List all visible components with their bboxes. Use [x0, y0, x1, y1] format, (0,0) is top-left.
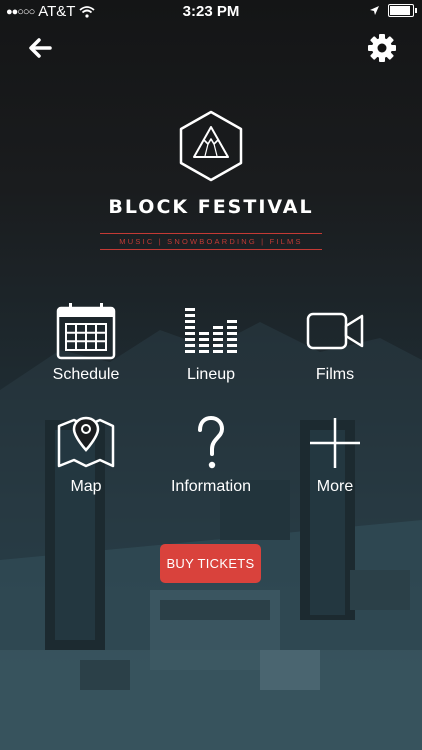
status-time: 3:23 PM: [182, 3, 240, 20]
equalizer-icon: [185, 308, 237, 353]
battery-fill: [390, 6, 411, 15]
back-button[interactable]: [24, 32, 56, 64]
festival-title: BLOCK FESTIVAL: [108, 196, 314, 218]
app-screen: ●●○○○ AT&T 3:23 PM BLOCK FESTIVAL MUSIC …: [0, 0, 422, 750]
menu-item-schedule[interactable]: Schedule: [26, 302, 146, 384]
menu-label-information: Information: [170, 478, 252, 495]
settings-button[interactable]: [366, 32, 398, 64]
menu-label-schedule: Schedule: [52, 366, 120, 383]
menu-item-map[interactable]: Map: [26, 414, 146, 496]
status-bar: ●●○○○ AT&T 3:23 PM: [0, 0, 422, 24]
map-pin-icon: [57, 416, 115, 468]
festival-tagline: MUSIC | SNOWBOARDING | FILMS: [100, 233, 322, 250]
menu-item-information[interactable]: Information: [151, 414, 271, 496]
menu-label-lineup: Lineup: [186, 366, 236, 383]
menu-item-films[interactable]: Films: [275, 302, 395, 384]
menu-label-map: Map: [70, 478, 102, 495]
gear-icon: [368, 34, 396, 62]
battery-icon: [388, 4, 417, 17]
arrow-left-icon: [29, 38, 52, 58]
status-right: [369, 4, 417, 17]
calendar-icon: [56, 303, 116, 360]
mountain-hexagon-logo: [179, 110, 243, 182]
menu-label-more: More: [316, 478, 354, 495]
location-arrow-icon: [370, 6, 379, 15]
plus-icon: [310, 418, 360, 468]
menu-item-lineup[interactable]: Lineup: [151, 302, 271, 384]
video-camera-icon: [306, 312, 364, 350]
nav-bar: [0, 24, 422, 72]
menu-label-films: Films: [315, 366, 355, 383]
menu-item-more[interactable]: More: [275, 414, 395, 496]
question-mark-icon: [198, 415, 225, 469]
buy-tickets-button[interactable]: BUY TICKETS: [160, 544, 261, 583]
